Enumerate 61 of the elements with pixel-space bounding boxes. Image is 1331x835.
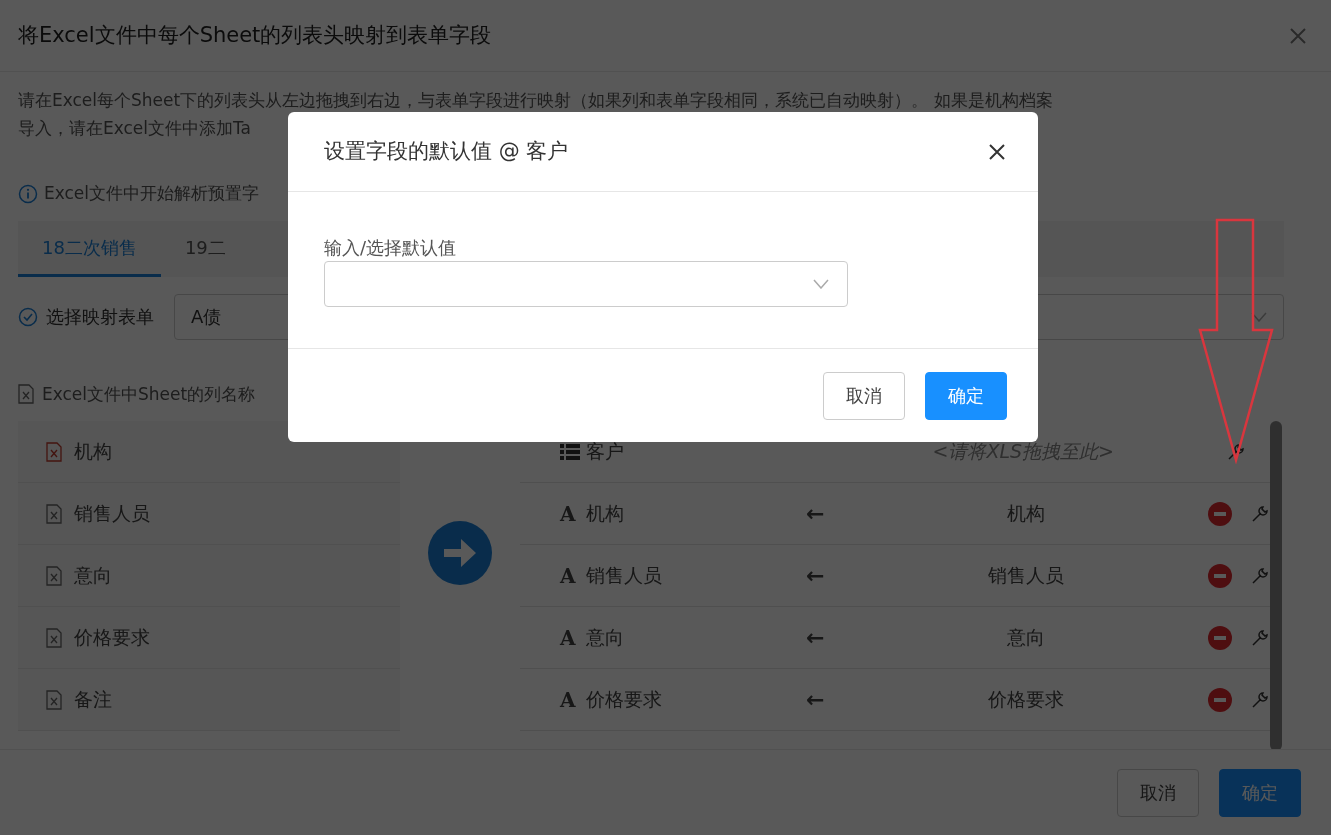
wrench-icon <box>1250 565 1270 586</box>
column-name: 机构 <box>74 439 112 465</box>
field-label: 选择映射表单 <box>46 305 154 329</box>
confirm-button[interactable]: 确定 <box>1219 768 1301 817</box>
wrench-icon <box>1250 503 1270 524</box>
mapped-column: 销售人员 <box>906 561 1146 590</box>
remove-button[interactable] <box>1206 623 1234 652</box>
excel-file-icon <box>18 384 34 405</box>
confirm-button[interactable]: 确定 <box>925 371 1007 420</box>
cancel-button[interactable]: 取消 <box>823 371 905 420</box>
close-icon <box>1289 26 1307 45</box>
column-name: 意向 <box>74 563 112 589</box>
notice-text: Excel文件中开始解析预置字 <box>44 182 260 205</box>
field-name: 销售人员 <box>586 563 663 589</box>
field-name: 意向 <box>586 625 625 651</box>
cancel-button[interactable]: 取消 <box>1117 768 1199 817</box>
text-type-icon: A <box>560 684 586 715</box>
list-icon <box>560 443 580 460</box>
mapping-arrow: ← <box>806 562 826 590</box>
description-text: 导入，请在Excel文件中添加Ta <box>18 117 252 140</box>
check-circle-icon <box>18 306 38 327</box>
chevron-icon <box>813 279 829 289</box>
close-icon <box>988 142 1006 161</box>
column-name: 销售人员 <box>74 501 150 527</box>
wrench-icon <box>1250 689 1270 710</box>
column-name: 备注 <box>74 687 112 713</box>
mapped-column: 机构 <box>906 499 1146 528</box>
default-value-select[interactable] <box>324 261 848 307</box>
remove-button[interactable] <box>1206 561 1234 590</box>
field-label: 输入/选择默认值 <box>324 236 458 260</box>
text-type-icon: A <box>560 622 586 653</box>
mapped-column: 价格要求 <box>906 685 1146 714</box>
description-text: 请在Excel每个Sheet下的列表头从左边拖拽到右边，与表单字段进行映射（如果列和表单字段相同，系统已自动映射）。 如果是机构档案 <box>18 89 1053 112</box>
remove-button[interactable] <box>1206 685 1234 714</box>
column-name: 价格要求 <box>74 625 150 651</box>
mapped-column: 意向 <box>906 623 1146 652</box>
arrow-right-circle-icon <box>427 520 493 586</box>
scrollbar[interactable] <box>1270 421 1282 749</box>
text-type-icon: A <box>560 498 586 529</box>
field-name: 客户 <box>586 439 625 465</box>
minus-circle-icon <box>1208 687 1232 712</box>
column-header: Excel文件中Sheet的列名称 <box>42 382 256 406</box>
text-type-icon: A <box>560 560 586 591</box>
mapping-arrow: ← <box>806 686 826 714</box>
mapping-arrow: ← <box>806 500 826 528</box>
wrench-icon <box>1250 627 1270 648</box>
field-name: 价格要求 <box>586 687 663 713</box>
wrench-icon <box>1226 441 1246 462</box>
minus-circle-icon <box>1208 563 1232 588</box>
chevron-icon <box>1251 311 1267 322</box>
dialog-title: 将Excel文件中每个Sheet的列表头映射到表单字段 <box>18 21 492 49</box>
sheet-tab[interactable]: 18二次销售 <box>18 220 161 277</box>
remove-button[interactable] <box>1206 499 1234 528</box>
sheet-tab[interactable]: 19二 <box>160 220 250 277</box>
minus-circle-icon <box>1208 625 1232 650</box>
modal-title: 设置字段的默认值 @ 客户 <box>324 137 569 165</box>
select-value: A债 <box>191 305 222 329</box>
field-name: 机构 <box>586 501 625 527</box>
mapping-arrow: ← <box>806 624 826 652</box>
info-icon <box>18 183 38 204</box>
minus-circle-icon <box>1208 501 1232 526</box>
